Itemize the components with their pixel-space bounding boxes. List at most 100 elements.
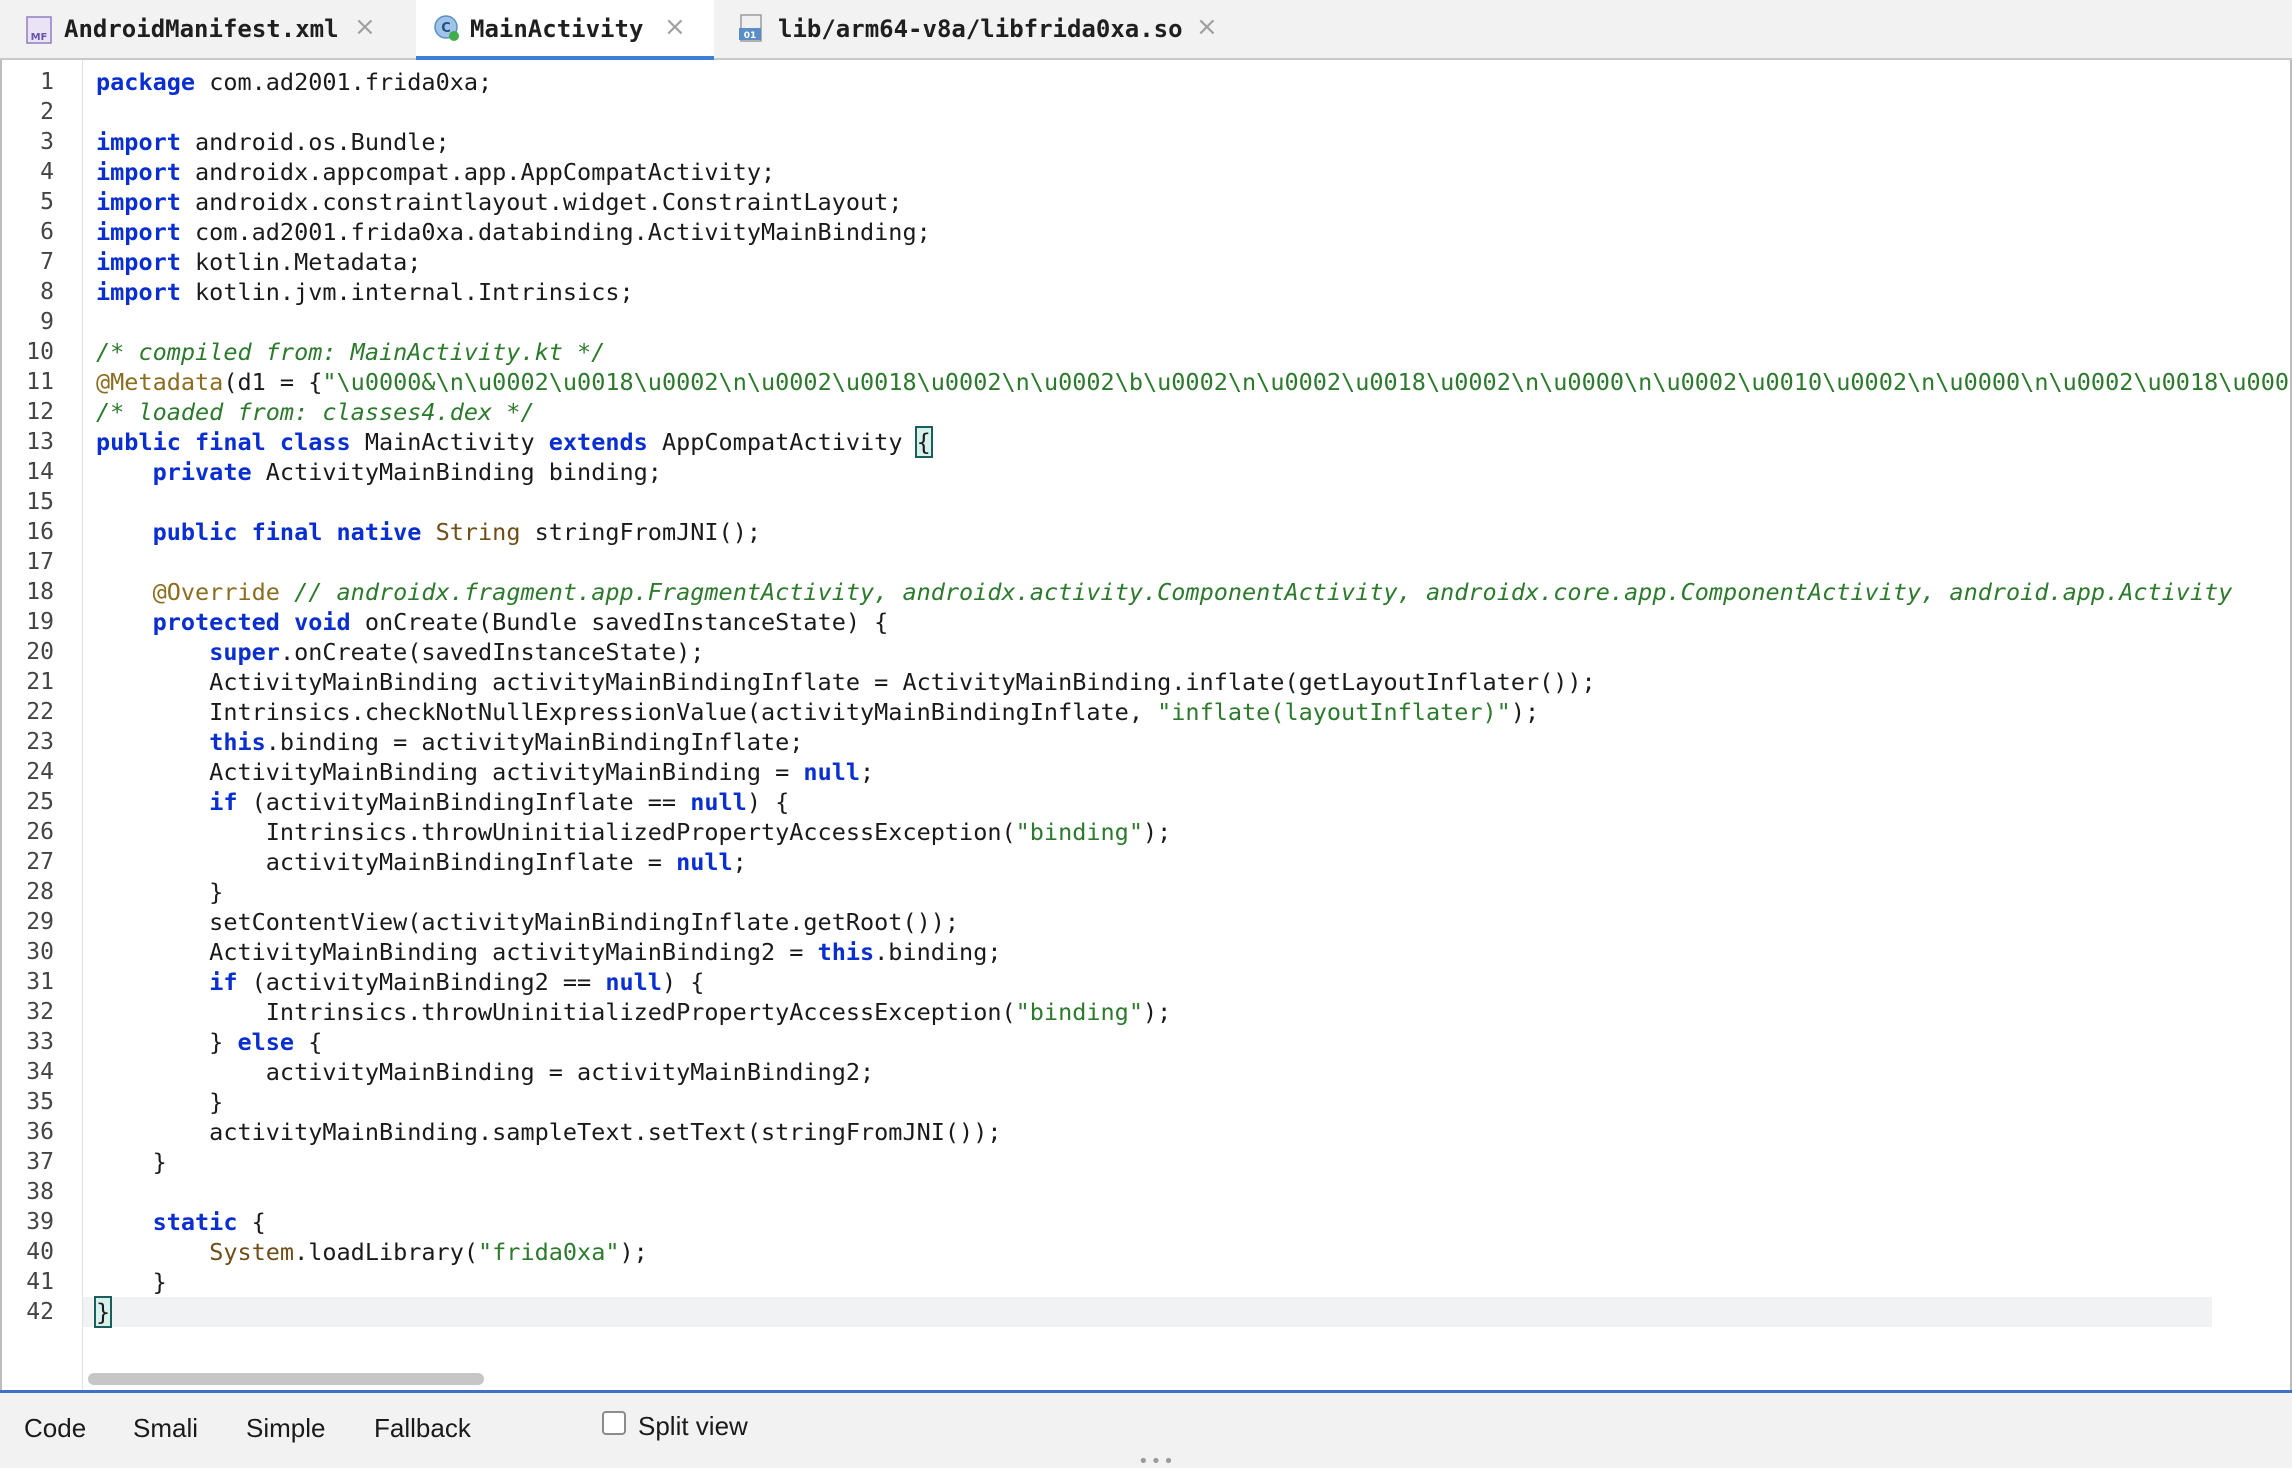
code-line[interactable]: } xyxy=(96,1087,223,1117)
code-line[interactable]: public final class MainActivity extends … xyxy=(96,426,933,458)
horizontal-scrollbar[interactable] xyxy=(88,1373,484,1385)
code-line[interactable]: /* loaded from: classes4.dex */ xyxy=(96,397,535,427)
svg-text:01: 01 xyxy=(744,31,757,41)
code-token: this xyxy=(817,938,875,966)
tab-libfrida-so[interactable]: 01 lib/arm64-v8a/libfrida0xa.so × xyxy=(716,0,1236,60)
tab-label: MainActivity xyxy=(470,15,644,43)
line-number: 36 xyxy=(26,1119,54,1145)
code-token: MainActivity xyxy=(350,428,549,456)
tab-label: AndroidManifest.xml xyxy=(64,15,339,43)
code-line[interactable]: @Override // androidx.fragment.app.Fragm… xyxy=(96,577,2233,607)
line-number: 40 xyxy=(26,1239,54,1265)
code-line[interactable]: public final native String stringFromJNI… xyxy=(96,517,761,547)
code-line[interactable]: private ActivityMainBinding binding; xyxy=(96,457,662,487)
line-number: 30 xyxy=(26,939,54,965)
code-token: } xyxy=(96,1148,167,1176)
tab-code[interactable]: Code xyxy=(24,1413,86,1444)
code-token: null xyxy=(690,788,747,816)
code-line[interactable]: import kotlin.Metadata; xyxy=(96,247,421,277)
code-area[interactable]: package com.ad2001.frida0xa; import andro… xyxy=(93,60,2290,1390)
line-number: 37 xyxy=(26,1149,54,1175)
code-line[interactable]: activityMainBinding.sampleText.setText(s… xyxy=(96,1117,1001,1147)
code-line[interactable]: ActivityMainBinding activityMainBinding2… xyxy=(96,937,1001,967)
tab-main-activity[interactable]: C MainActivity × xyxy=(416,0,714,60)
code-token: this xyxy=(209,728,266,756)
line-number: 42 xyxy=(26,1299,54,1325)
tab-simple[interactable]: Simple xyxy=(246,1413,325,1444)
code-line[interactable]: static { xyxy=(96,1207,266,1237)
code-token: ); xyxy=(1142,818,1172,846)
code-token: null xyxy=(676,848,733,876)
code-line[interactable]: package com.ad2001.frida0xa; xyxy=(96,67,492,97)
editor-tab-bar: MF AndroidManifest.xml × C MainActivity … xyxy=(0,0,2292,60)
code-token: ActivityMainBinding activityMainBinding … xyxy=(96,758,804,786)
code-line[interactable]: ActivityMainBinding activityMainBinding … xyxy=(96,757,874,787)
code-line[interactable]: } xyxy=(96,1267,167,1297)
code-token: import xyxy=(96,158,181,186)
code-token: stringFromJNI(); xyxy=(520,518,761,546)
code-token: com.ad2001.frida0xa.databinding.Activity… xyxy=(180,218,931,246)
code-token: private xyxy=(152,458,252,486)
line-number: 15 xyxy=(26,489,54,515)
line-number: 10 xyxy=(26,339,54,365)
code-line[interactable]: protected void onCreate(Bundle savedInst… xyxy=(96,607,889,637)
line-number: 23 xyxy=(26,729,54,755)
code-line[interactable]: System.loadLibrary("frida0xa"); xyxy=(96,1237,648,1267)
code-token: (d1 = { xyxy=(223,368,323,396)
code-token: ActivityMainBinding binding; xyxy=(251,458,662,486)
view-mode-bar: Code Smali Simple Fallback Split view ••… xyxy=(0,1390,2292,1472)
code-line[interactable]: activityMainBinding = activityMainBindin… xyxy=(96,1057,874,1087)
close-icon[interactable]: × xyxy=(664,12,686,42)
code-line[interactable]: super.onCreate(savedInstanceState); xyxy=(96,637,704,667)
tab-smali[interactable]: Smali xyxy=(133,1413,198,1444)
code-line[interactable]: ActivityMainBinding activityMainBindingI… xyxy=(96,667,1596,697)
line-number: 4 xyxy=(40,159,54,185)
close-icon[interactable]: × xyxy=(1196,12,1218,42)
tab-fallback[interactable]: Fallback xyxy=(374,1413,471,1444)
code-token: "frida0xa" xyxy=(478,1238,620,1266)
code-line[interactable]: import androidx.appcompat.app.AppCompatA… xyxy=(96,157,775,187)
code-line[interactable]: import kotlin.jvm.internal.Intrinsics; xyxy=(96,277,634,307)
code-line[interactable]: setContentView(activityMainBindingInflat… xyxy=(96,907,959,937)
code-line[interactable]: import androidx.constraintlayout.widget.… xyxy=(96,187,902,217)
code-editor[interactable]: 1 2 3 4 5 6 7 8 9 10 11 12 13 14 15 16 17 18 19 20 21 22 23 24 2… xyxy=(0,60,2292,1390)
code-token: onCreate(Bundle savedInstanceState) { xyxy=(350,608,889,636)
code-line[interactable]: this.binding = activityMainBindingInflat… xyxy=(96,727,803,757)
line-number: 24 xyxy=(26,759,54,785)
code-line[interactable]: if (activityMainBindingInflate == null) … xyxy=(96,787,789,817)
code-token: } xyxy=(96,1088,224,1116)
code-token: ActivityMainBinding activityMainBinding2… xyxy=(96,938,818,966)
binary-file-icon: 01 xyxy=(739,14,762,42)
code-line[interactable]: /* compiled from: MainActivity.kt */ xyxy=(96,337,605,367)
code-line[interactable]: } xyxy=(96,877,223,907)
code-line[interactable]: } xyxy=(96,1147,167,1177)
code-token: kotlin.Metadata; xyxy=(180,248,422,276)
code-line[interactable]: @Metadata(d1 = {"\u0000&\n\u0002\u0018\u… xyxy=(96,367,2290,397)
code-line[interactable]: import com.ad2001.frida0xa.databinding.A… xyxy=(96,217,931,247)
code-token: (activityMainBinding2 == xyxy=(237,968,606,996)
line-number: 22 xyxy=(26,699,54,725)
code-line[interactable]: if (activityMainBinding2 == null) { xyxy=(96,967,704,997)
code-token: kotlin.jvm.internal.Intrinsics; xyxy=(180,278,634,306)
line-number: 18 xyxy=(26,579,54,605)
code-line[interactable]: } xyxy=(93,1296,113,1328)
code-line[interactable]: Intrinsics.throwUninitializedPropertyAcc… xyxy=(96,817,1172,847)
code-token: System xyxy=(209,1238,295,1266)
code-token: import xyxy=(96,248,181,276)
tab-android-manifest[interactable]: MF AndroidManifest.xml × xyxy=(0,0,414,60)
resize-grip-icon[interactable]: ••• xyxy=(1138,1451,1176,1472)
code-token: else xyxy=(237,1028,295,1056)
code-line[interactable]: Intrinsics.checkNotNullExpressionValue(a… xyxy=(96,697,1539,727)
code-line[interactable]: import android.os.Bundle; xyxy=(96,127,450,157)
split-view-checkbox[interactable] xyxy=(602,1411,626,1435)
code-line[interactable]: Intrinsics.throwUninitializedPropertyAcc… xyxy=(96,997,1172,1027)
code-line[interactable]: activityMainBindingInflate = null; xyxy=(96,847,747,877)
code-line[interactable]: } else { xyxy=(96,1027,322,1057)
tab-label: lib/arm64-v8a/libfrida0xa.so xyxy=(778,15,1183,43)
line-number: 39 xyxy=(26,1209,54,1235)
code-token: package xyxy=(96,68,196,96)
close-icon[interactable]: × xyxy=(354,12,376,42)
